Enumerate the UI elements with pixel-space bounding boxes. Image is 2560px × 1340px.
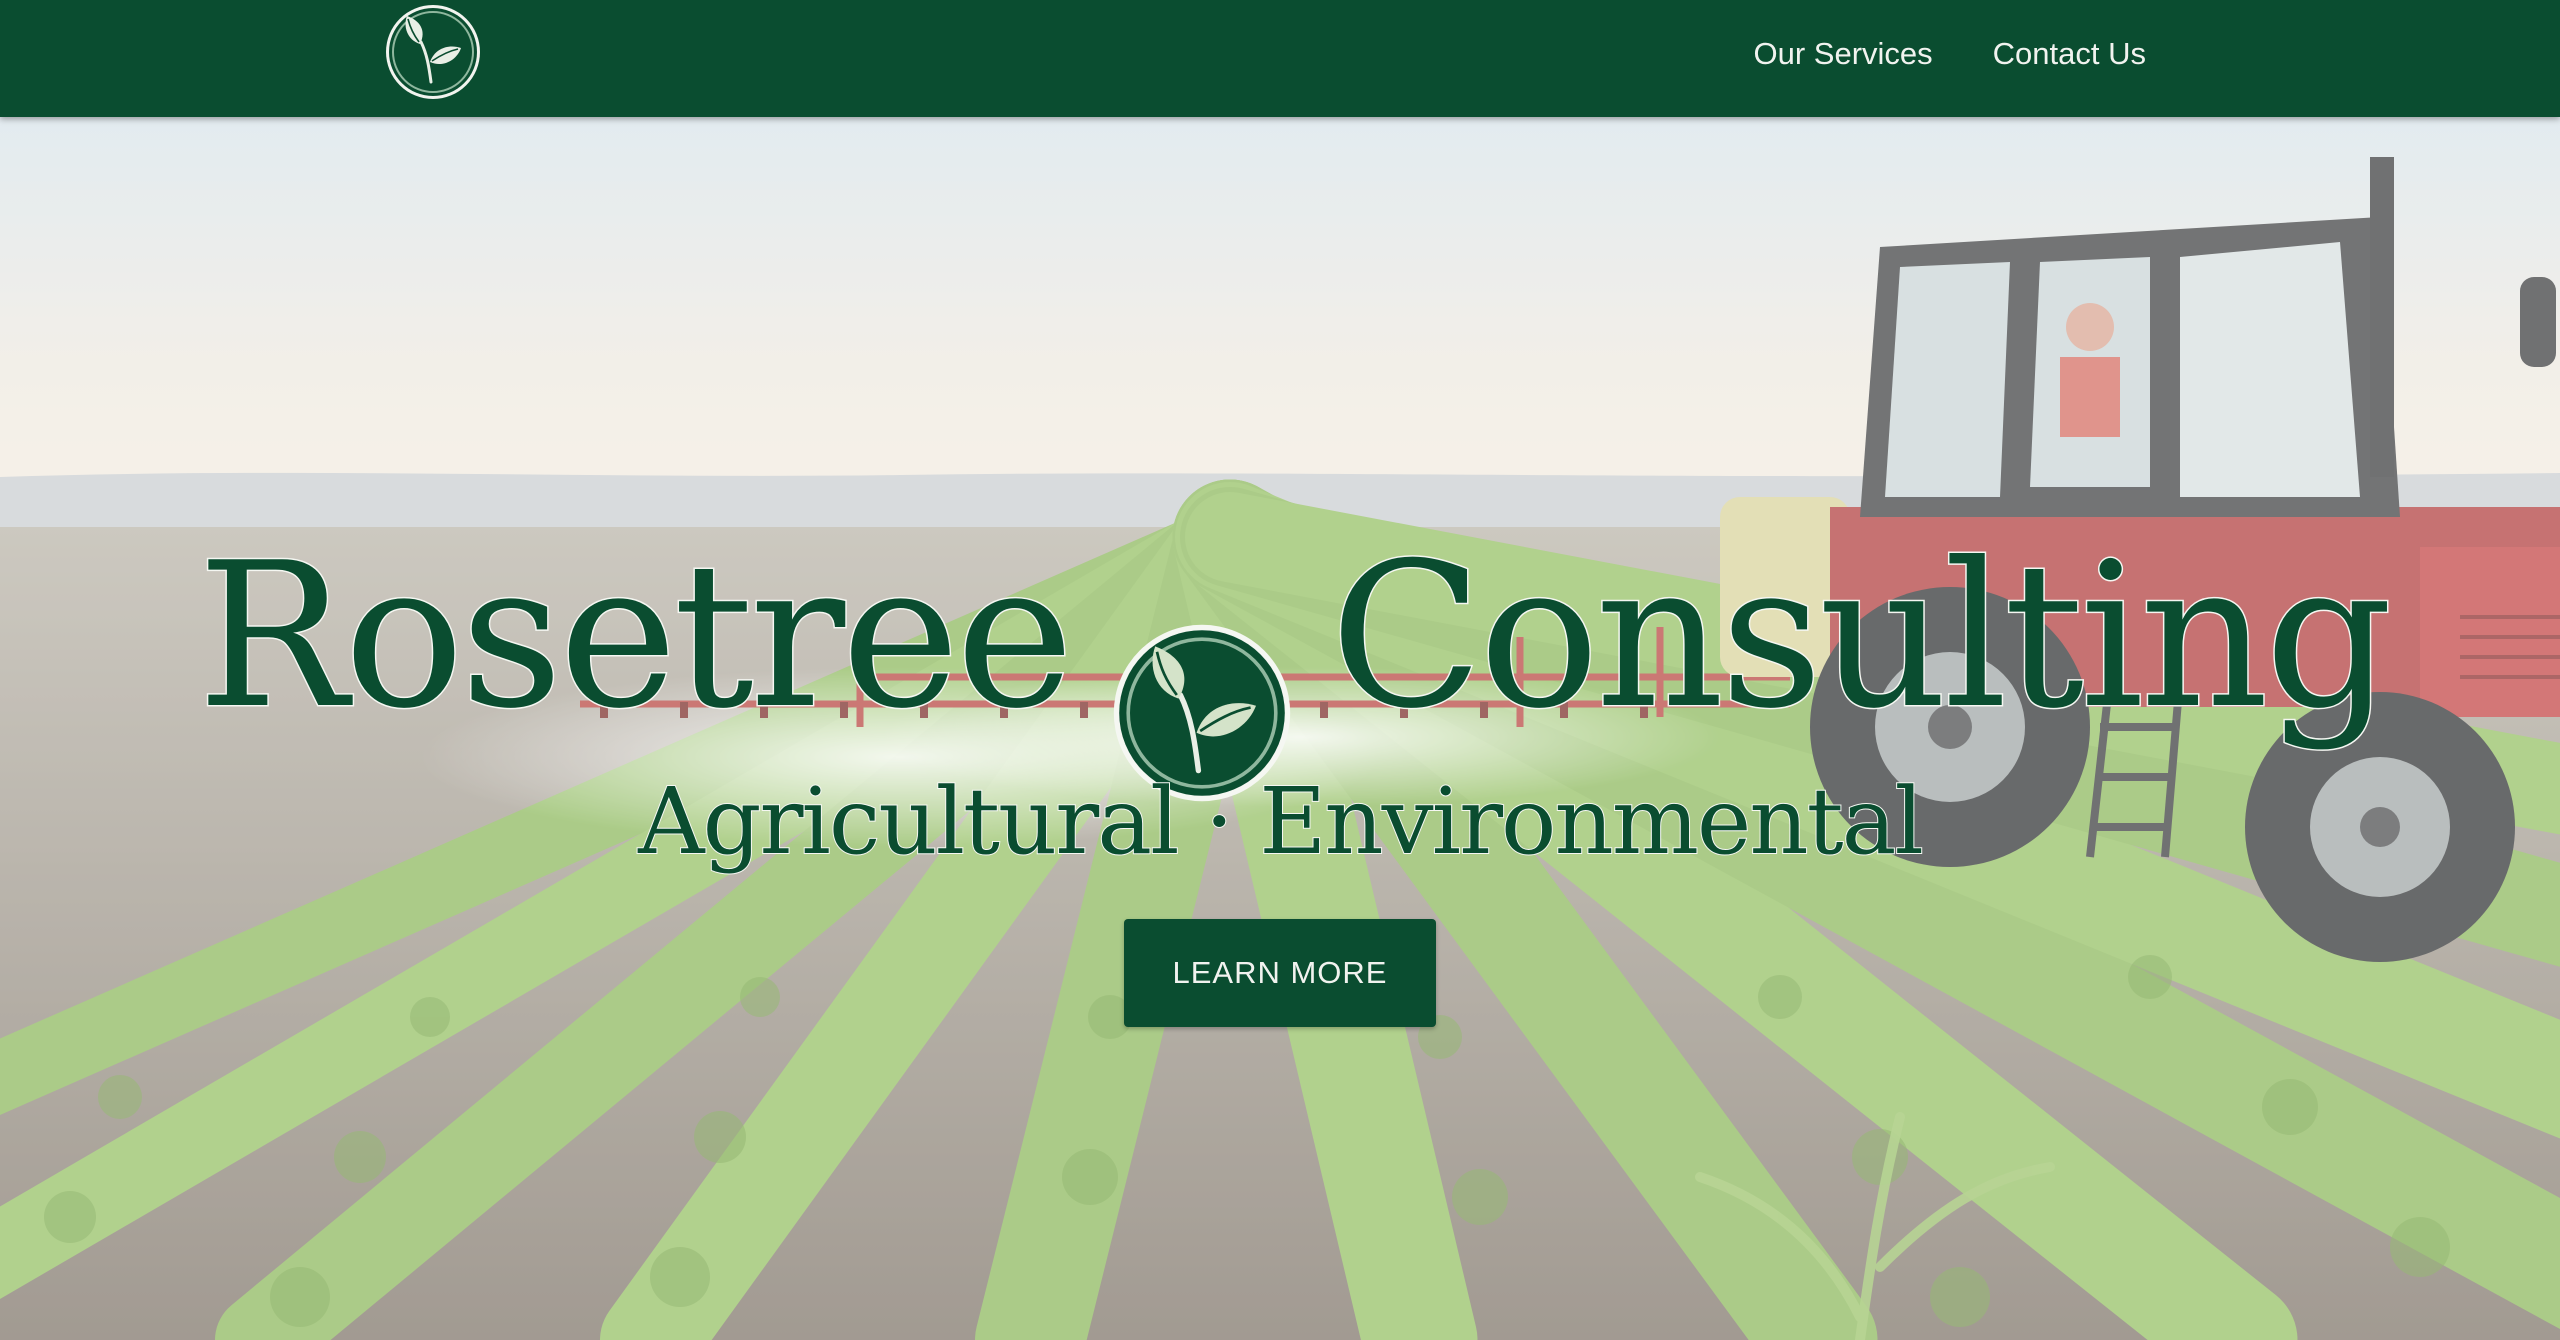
nav-link-our-services[interactable]: Our Services (1753, 36, 1932, 72)
home-logo-link[interactable] (383, 2, 483, 102)
brand-name-left: Rosetree (196, 519, 1076, 755)
leaf-logo-icon (386, 5, 480, 99)
learn-more-button[interactable]: LEARN MORE (1124, 919, 1436, 1027)
main-nav: Our Services Contact Us (1753, 0, 2146, 107)
brand-name-right: Consulting (1329, 519, 2395, 755)
hero-tagline: Agricultural · Environmental (637, 767, 1925, 876)
hero-section: Rosetree Consulting Agricultural · Envir… (0, 117, 2560, 1340)
nav-link-contact-us[interactable]: Contact Us (1993, 36, 2146, 72)
landing-page: Our Services Contact Us Rosetree Consult… (0, 0, 2560, 1340)
top-navbar: Our Services Contact Us (0, 0, 2560, 117)
